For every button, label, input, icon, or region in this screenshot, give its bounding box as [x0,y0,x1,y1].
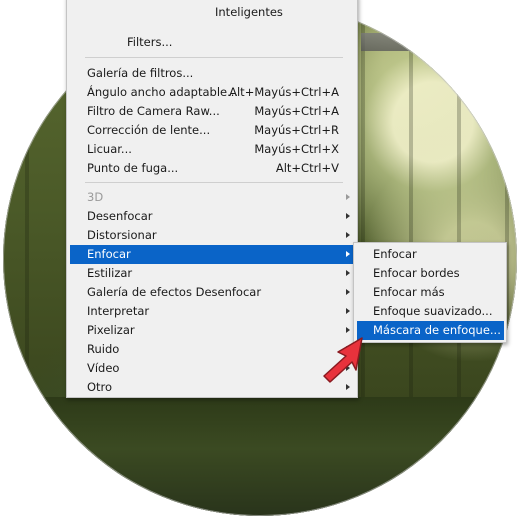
menu-item-label: Inteligentes [215,5,283,19]
menu-separator [85,182,343,183]
menu-item-label: Enfocar [87,247,131,261]
menu-item-label: Galería de filtros... [87,66,194,80]
submenu-item-label: Enfocar [373,247,417,261]
submenu-item-enfocar-mas[interactable]: Enfocar más [354,283,506,302]
menu-item-estilizar[interactable]: Estilizar [67,264,357,283]
menu-item-interpretar[interactable]: Interpretar [67,302,357,321]
menu-item-filters[interactable]: Filters... [67,33,357,52]
submenu-item-label: Máscara de enfoque... [373,323,501,337]
menu-item-punto-fuga[interactable]: Punto de fuga... Alt+Ctrl+V [67,159,357,178]
menu-item-galeria-efectos[interactable]: Galería de efectos Desenfocar [67,283,357,302]
submenu-item-label: Enfoque suavizado... [373,304,493,318]
submenu-arrow-icon [346,232,350,238]
menu-item-label: Filtro de Camera Raw... [87,104,220,118]
menu-item-enfocar[interactable]: Enfocar [70,245,357,264]
menu-item-angulo-ancho[interactable]: Ángulo ancho adaptable... Alt+Mayús+Ctrl… [67,83,357,102]
panel-strip [361,33,517,51]
filter-menu: Inteligentes Filters... Galería de filtr… [66,0,358,398]
menu-item-label: Distorsionar [87,228,157,242]
menu-item-label: Ruido [87,342,120,356]
submenu-arrow-icon [346,251,350,257]
menu-item-desenfocar[interactable]: Desenfocar [67,207,357,226]
menu-item-inteligentes[interactable]: Inteligentes [67,3,357,22]
menu-item-label: Corrección de lente... [87,123,211,137]
submenu-item-enfoque-suavizado[interactable]: Enfoque suavizado... [354,302,506,321]
menu-item-label: 3D [87,190,104,204]
menu-item-shortcut: Mayús+Ctrl+X [254,142,339,156]
menu-separator [85,57,343,58]
menu-item-label: Galería de efectos Desenfocar [87,285,262,299]
menu-item-label: Otro [87,380,113,394]
menu-item-label: Punto de fuga... [87,161,179,175]
menu-item-label: Ángulo ancho adaptable... [87,85,239,99]
submenu-item-enfocar-bordes[interactable]: Enfocar bordes [354,264,506,283]
menu-item-camera-raw[interactable]: Filtro de Camera Raw... Mayús+Ctrl+A [67,102,357,121]
menu-item-galeria-filtros[interactable]: Galería de filtros... [67,64,357,83]
submenu-arrow-icon [346,213,350,219]
menu-item-label: Desenfocar [87,209,153,223]
submenu-item-label: Enfocar más [373,285,445,299]
submenu-item-mascara-enfoque[interactable]: Máscara de enfoque... [357,321,504,340]
forest-ground [3,397,517,516]
pointer-arrow-icon [323,337,363,383]
menu-item-label: Interpretar [87,304,150,318]
menu-item-ruido[interactable]: Ruido [67,340,357,359]
enfocar-submenu: Enfocar Enfocar bordes Enfocar más Enfoq… [353,242,507,343]
menu-item-shortcut: Mayús+Ctrl+R [254,123,339,137]
menu-item-label: Licuar... [87,142,132,156]
menu-item-video[interactable]: Vídeo [67,359,357,378]
menu-item-shortcut: Alt+Mayús+Ctrl+A [229,85,339,99]
menu-item-label: Pixelizar [87,323,135,337]
menu-item-label: Vídeo [87,361,120,375]
menu-item-label: Filters... [127,35,173,49]
submenu-arrow-icon [346,194,350,200]
submenu-item-label: Enfocar bordes [373,266,460,280]
menu-item-label: Estilizar [87,266,133,280]
menu-item-shortcut: Mayús+Ctrl+A [254,104,339,118]
menu-item-shortcut: Alt+Ctrl+V [275,161,339,175]
submenu-arrow-icon [346,308,350,314]
menu-item-otro[interactable]: Otro [67,378,357,397]
menu-item-pixelizar[interactable]: Pixelizar [67,321,357,340]
submenu-item-enfocar[interactable]: Enfocar [354,245,506,264]
submenu-arrow-icon [346,289,350,295]
submenu-arrow-icon [346,270,350,276]
submenu-arrow-icon [346,327,350,333]
menu-item-licuar[interactable]: Licuar... Mayús+Ctrl+X [67,140,357,159]
menu-item-correccion-lente[interactable]: Corrección de lente... Mayús+Ctrl+R [67,121,357,140]
menu-item-distorsionar[interactable]: Distorsionar [67,226,357,245]
menu-item-3d[interactable]: 3D [67,188,357,207]
